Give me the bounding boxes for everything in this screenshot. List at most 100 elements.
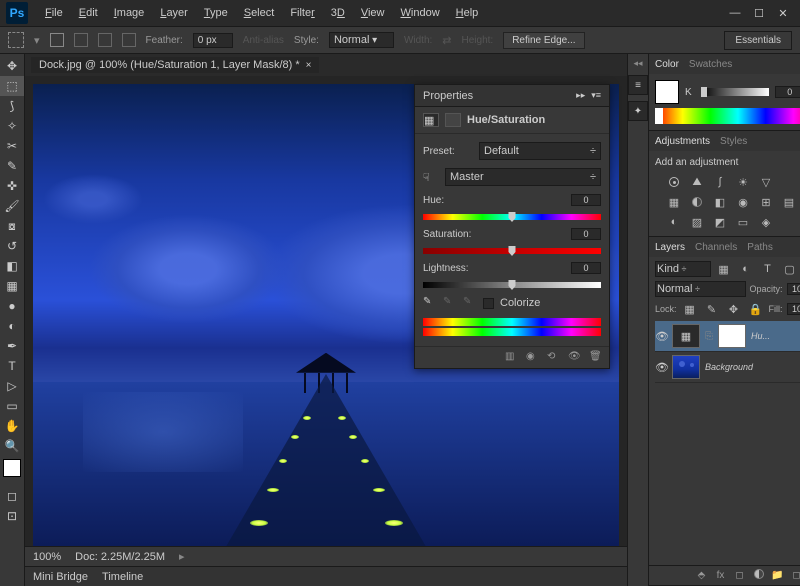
- exposure-icon[interactable]: ☀: [734, 174, 752, 190]
- k-slider[interactable]: [701, 88, 769, 96]
- opacity-input[interactable]: 100%: [787, 283, 800, 295]
- eyedropper-tool[interactable]: ✎: [0, 156, 24, 176]
- menu-file[interactable]: File: [38, 4, 70, 22]
- previous-state-icon[interactable]: ◉: [526, 351, 540, 365]
- gradient-tool[interactable]: ▦: [0, 276, 24, 296]
- swatches-tab[interactable]: Swatches: [689, 59, 732, 70]
- bw-icon[interactable]: ◧: [711, 194, 729, 210]
- eyedropper-icon[interactable]: ✎: [423, 296, 437, 310]
- brushes-panel-icon[interactable]: ✦: [628, 101, 648, 121]
- wand-tool[interactable]: ✧: [0, 116, 24, 136]
- channelmixer-icon[interactable]: ⊞: [757, 194, 775, 210]
- minimize-button[interactable]: —: [728, 6, 742, 20]
- blend-mode-select[interactable]: Normal ÷: [655, 281, 746, 297]
- lock-pixels-icon[interactable]: ✎: [703, 301, 721, 317]
- layer-item-huesaturation[interactable]: 👁 ▦ ⎘ Hu...: [655, 321, 800, 352]
- doc-info[interactable]: Doc: 2.25M/2.25M: [75, 551, 165, 563]
- menu-image[interactable]: Image: [107, 4, 152, 22]
- feather-input[interactable]: 0 px: [193, 33, 233, 48]
- hue-icon[interactable]: ▦: [665, 194, 683, 210]
- eyedropper-add-icon[interactable]: ✎: [443, 296, 457, 310]
- menu-3d[interactable]: 3D: [324, 4, 352, 22]
- new-layer-icon[interactable]: ◻: [790, 570, 800, 581]
- foreground-color-swatch[interactable]: [655, 80, 679, 104]
- colorbalance-icon[interactable]: [688, 194, 706, 210]
- layers-tab[interactable]: Layers: [655, 242, 685, 253]
- photofilter-icon[interactable]: ◉: [734, 194, 752, 210]
- quickmask-tool[interactable]: ◻: [0, 486, 24, 506]
- move-tool[interactable]: ✥: [0, 56, 24, 76]
- layer-mask-thumb[interactable]: [718, 324, 746, 348]
- new-group-icon[interactable]: 📁: [771, 570, 785, 581]
- color-tab[interactable]: Color: [655, 59, 679, 70]
- menu-layer[interactable]: Layer: [153, 4, 195, 22]
- color-spectrum[interactable]: [655, 108, 800, 124]
- invert-icon[interactable]: ◐: [665, 214, 683, 230]
- styles-tab[interactable]: Styles: [720, 136, 747, 147]
- gradientmap-icon[interactable]: ▭: [734, 214, 752, 230]
- menu-window[interactable]: Window: [394, 4, 447, 22]
- adjustments-tab[interactable]: Adjustments: [655, 136, 710, 147]
- properties-menu-icon[interactable]: ▾≡: [591, 90, 601, 101]
- marquee-tool-preset-icon[interactable]: [8, 32, 24, 48]
- filter-adjust-icon[interactable]: ◐: [737, 261, 755, 277]
- fill-input[interactable]: 100%: [787, 303, 800, 315]
- marquee-sub-icon[interactable]: [98, 33, 112, 47]
- properties-panel[interactable]: Properties ▸▸ ▾≡ ▦ Hue/Saturation Preset…: [414, 84, 610, 369]
- menu-filter[interactable]: Filter: [283, 4, 321, 22]
- path-tool[interactable]: ▷: [0, 376, 24, 396]
- new-adjustment-icon[interactable]: [752, 569, 766, 582]
- lock-position-icon[interactable]: ✥: [725, 301, 743, 317]
- mask-icon[interactable]: [445, 113, 461, 127]
- layer-name-label[interactable]: Hu...: [751, 331, 770, 341]
- filter-type-icon[interactable]: T: [759, 261, 777, 277]
- style-select[interactable]: Normal ▾: [329, 32, 394, 48]
- menu-select[interactable]: Select: [237, 4, 282, 22]
- lightness-value[interactable]: 0: [571, 262, 601, 274]
- workspace-switcher[interactable]: Essentials: [724, 31, 792, 50]
- visibility-toggle-icon[interactable]: 👁: [655, 361, 667, 374]
- selectivecolor-icon[interactable]: ◈: [757, 214, 775, 230]
- paths-tab[interactable]: Paths: [747, 242, 773, 253]
- marquee-new-icon[interactable]: [50, 33, 64, 47]
- layer-name-label[interactable]: Background: [705, 362, 753, 372]
- zoom-level[interactable]: 100%: [33, 551, 61, 563]
- saturation-value[interactable]: 0: [571, 228, 601, 240]
- filter-shape-icon[interactable]: ▢: [781, 261, 799, 277]
- menu-help[interactable]: Help: [449, 4, 486, 22]
- vibrance-icon[interactable]: ▽: [757, 174, 775, 190]
- layer-style-icon[interactable]: fx: [714, 570, 728, 581]
- hand-tool[interactable]: ✋: [0, 416, 24, 436]
- heal-tool[interactable]: ✜: [0, 176, 24, 196]
- brush-tool[interactable]: 🖌: [0, 196, 24, 216]
- layer-thumb[interactable]: [672, 355, 700, 379]
- filter-kind-select[interactable]: Kind ÷: [655, 261, 711, 277]
- history-panel-icon[interactable]: ≡: [628, 75, 648, 95]
- adjustment-thumb-icon[interactable]: ▦: [672, 324, 700, 348]
- delete-adjustment-icon[interactable]: 🗑: [589, 351, 603, 365]
- channels-tab[interactable]: Channels: [695, 242, 737, 253]
- hue-value[interactable]: 0: [571, 194, 601, 206]
- marquee-tool[interactable]: ⬚: [0, 76, 24, 96]
- menu-view[interactable]: View: [354, 4, 392, 22]
- pen-tool[interactable]: ✒: [0, 336, 24, 356]
- lock-transparent-icon[interactable]: ▦: [681, 301, 699, 317]
- threshold-icon[interactable]: ◩: [711, 214, 729, 230]
- k-value[interactable]: 0: [775, 86, 800, 98]
- colorize-checkbox[interactable]: [483, 298, 494, 309]
- layer-mask-icon[interactable]: ◻: [733, 570, 747, 581]
- stamp-tool[interactable]: ⧇: [0, 216, 24, 236]
- history-brush-tool[interactable]: ↺: [0, 236, 24, 256]
- refine-edge-button[interactable]: Refine Edge...: [503, 32, 584, 49]
- marquee-int-icon[interactable]: [122, 33, 136, 47]
- shape-tool[interactable]: ▭: [0, 396, 24, 416]
- preset-select[interactable]: Default÷: [479, 142, 601, 160]
- minibridge-tab[interactable]: Mini Bridge: [33, 571, 88, 583]
- posterize-icon[interactable]: ▨: [688, 214, 706, 230]
- type-tool[interactable]: T: [0, 356, 24, 376]
- visibility-toggle-icon[interactable]: 👁: [655, 330, 667, 343]
- lock-all-icon[interactable]: 🔒: [747, 301, 765, 317]
- reset-icon[interactable]: ⟲: [547, 351, 561, 365]
- channel-select[interactable]: Master÷: [445, 168, 601, 186]
- document-tab[interactable]: Dock.jpg @ 100% (Hue/Saturation 1, Layer…: [31, 57, 319, 73]
